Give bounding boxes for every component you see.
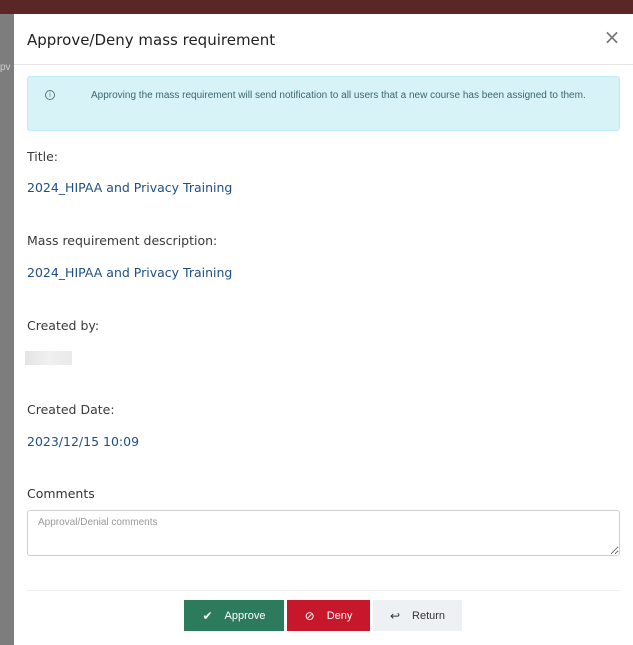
ban-icon: ⊘: [304, 608, 315, 623]
return-arrow-icon: ↩: [389, 608, 401, 623]
backdrop-page: [0, 14, 14, 645]
created-by-label: Created by:: [27, 318, 100, 333]
description-value: 2024_HIPAA and Privacy Training: [27, 265, 233, 280]
info-alert: i Approving the mass requirement will se…: [27, 76, 620, 131]
footer-divider: [27, 590, 620, 591]
deny-button[interactable]: ⊘ Deny: [287, 600, 370, 631]
comments-textarea[interactable]: [27, 510, 620, 556]
created-by-redacted-value: [25, 351, 72, 365]
title-value: 2024_HIPAA and Privacy Training: [27, 180, 233, 195]
info-icon: i: [45, 90, 55, 100]
approve-button[interactable]: ✔ Approve: [184, 600, 284, 631]
return-button-label: Return: [412, 609, 446, 622]
approve-deny-modal: Approve/Deny mass requirement × i Approv…: [14, 14, 633, 645]
description-label: Mass requirement description:: [27, 233, 218, 248]
deny-button-label: Deny: [326, 609, 353, 622]
created-date-label: Created Date:: [27, 402, 115, 417]
backdrop-header-strip: [0, 0, 633, 14]
close-icon[interactable]: ×: [601, 26, 623, 48]
title-label: Title:: [27, 149, 58, 164]
created-date-value: 2023/12/15 10:09: [27, 434, 140, 449]
approve-button-label: Approve: [224, 609, 266, 622]
info-alert-text: Approving the mass requirement will send…: [91, 90, 586, 101]
backdrop-text-fragment: pv: [0, 62, 11, 73]
modal-title: Approve/Deny mass requirement: [27, 31, 276, 49]
return-button[interactable]: ↩ Return: [373, 600, 462, 631]
check-icon: ✔: [202, 608, 213, 623]
modal-header: Approve/Deny mass requirement ×: [14, 14, 633, 65]
comments-label: Comments: [27, 486, 95, 501]
